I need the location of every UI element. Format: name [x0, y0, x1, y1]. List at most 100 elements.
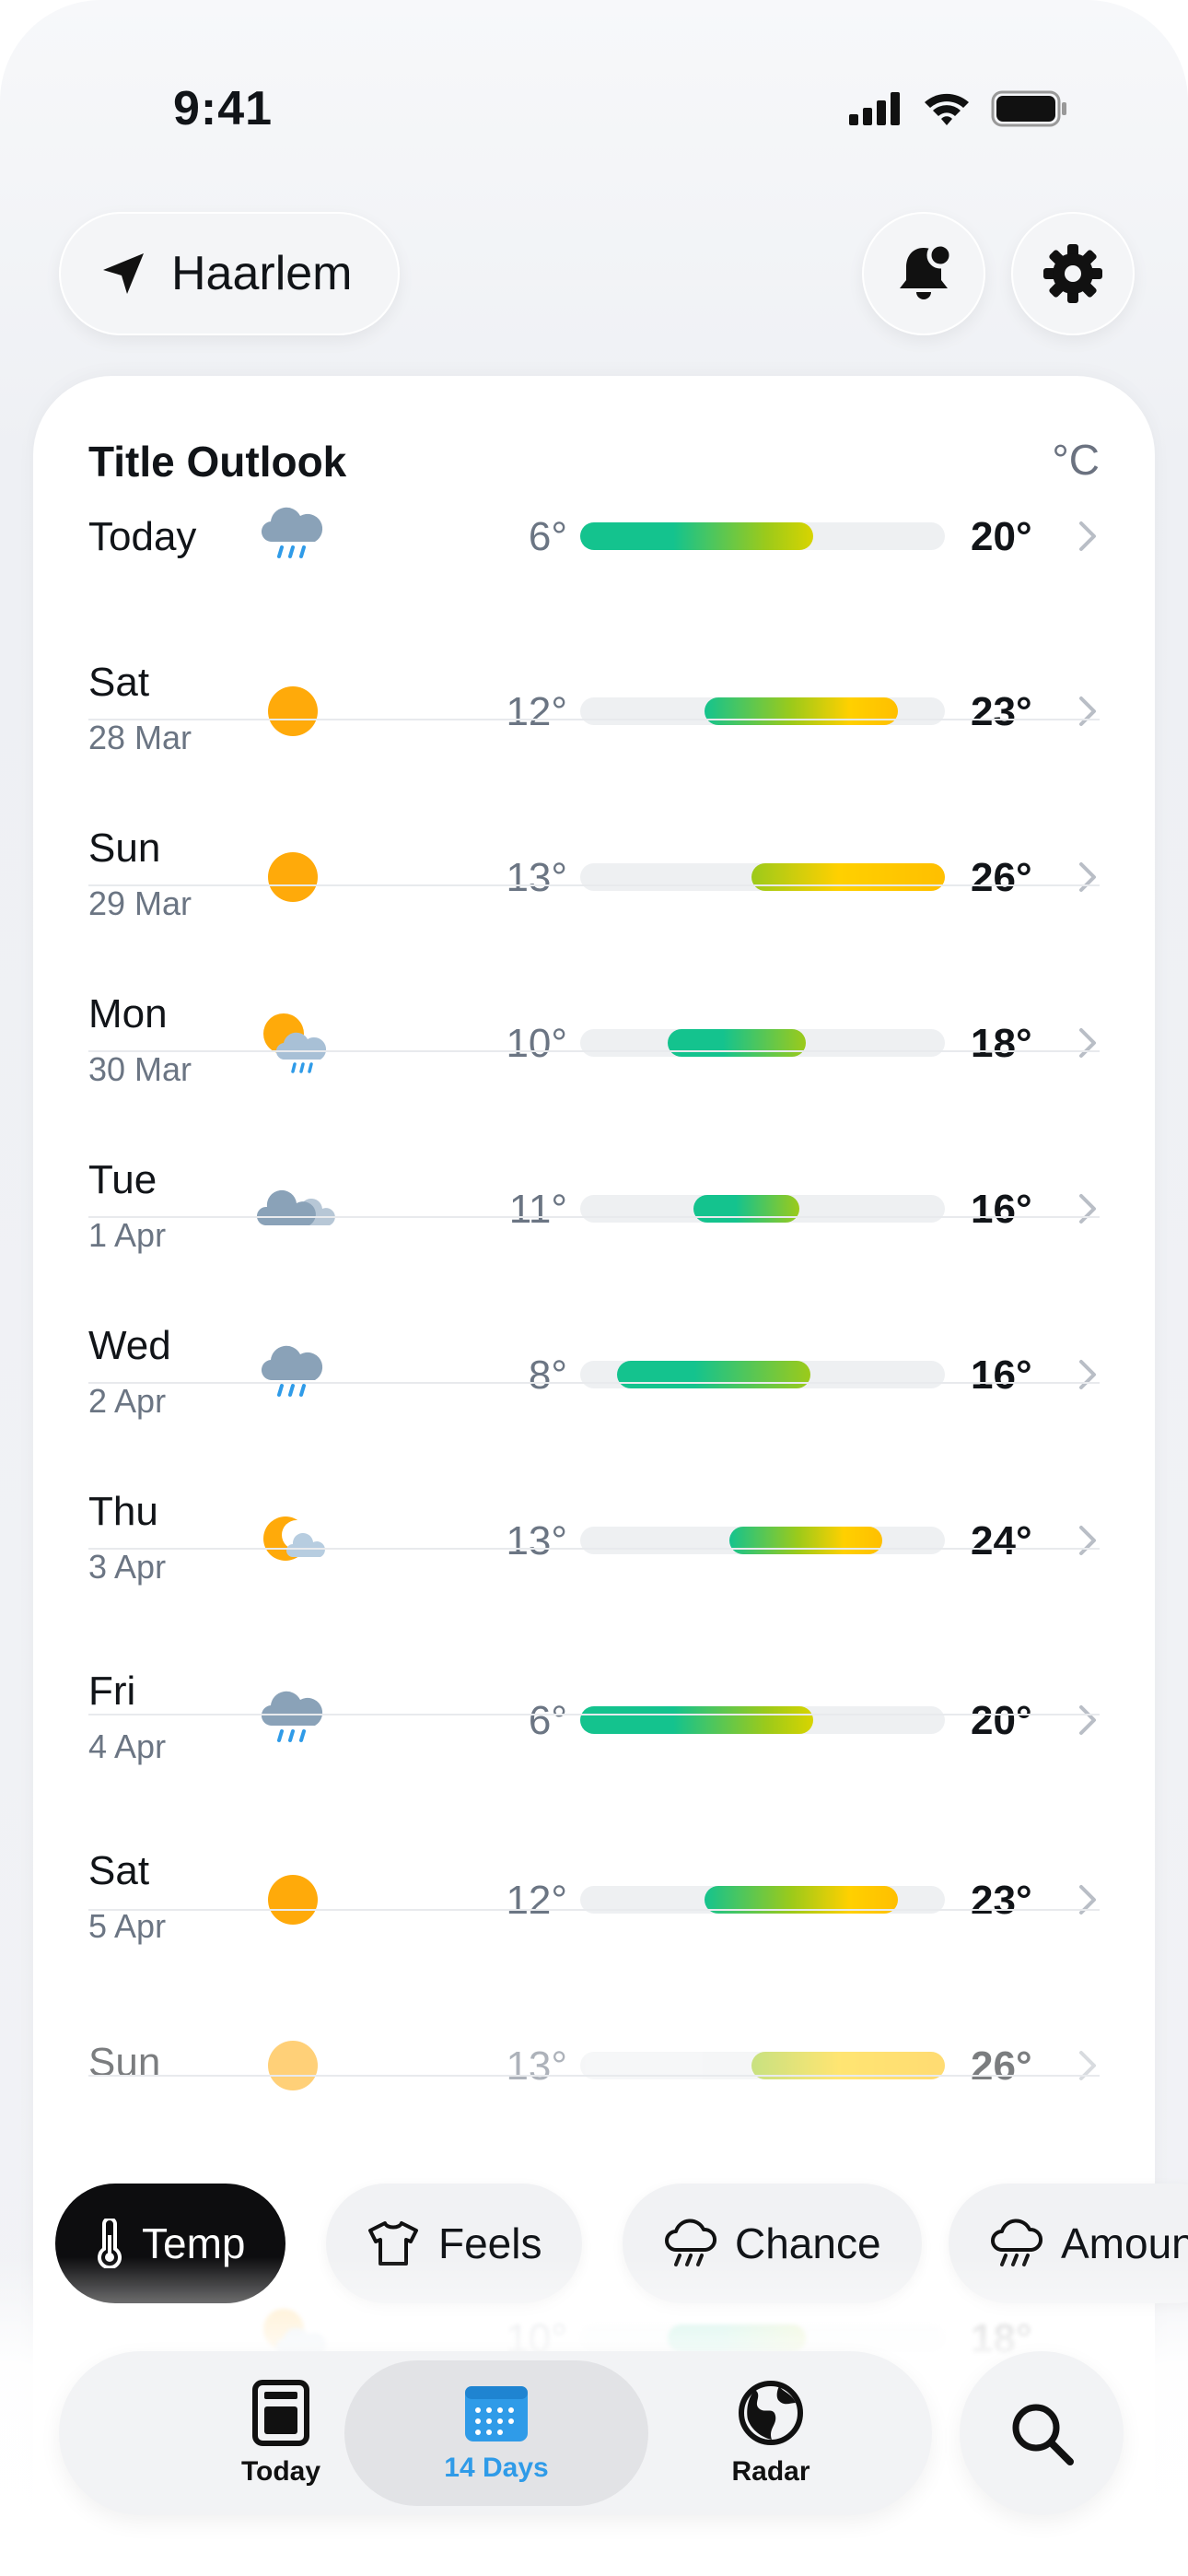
- low-temp: 13°: [506, 1518, 567, 1563]
- navigation-arrow-icon: [103, 253, 144, 294]
- weather-moon-cloud-icon: [256, 1504, 330, 1577]
- weather-rain-icon: [256, 1683, 330, 1757]
- chevron-right-icon: [1076, 518, 1100, 555]
- location-label: Haarlem: [171, 247, 353, 300]
- forecast-row[interactable]: Fri 4 Apr 6° 20°: [88, 1659, 1100, 1816]
- high-temp: 23°: [971, 689, 1032, 734]
- day-label: Thu: [88, 1489, 158, 1534]
- day-label: Sun: [88, 825, 161, 871]
- row-divider: [88, 1909, 1100, 1911]
- high-temp: 20°: [971, 1698, 1032, 1743]
- forecast-row[interactable]: Thu 3 Apr 13° 24°: [88, 1480, 1100, 1636]
- forecast-row[interactable]: Sat 28 Mar 12° 23°: [88, 650, 1100, 807]
- chevron-right-icon: [1076, 2047, 1100, 2084]
- temp-range-bar: [751, 863, 945, 891]
- day-label: Tue: [88, 1157, 157, 1202]
- day-label: Sat: [88, 660, 150, 705]
- high-temp: 24°: [971, 1518, 1032, 1563]
- row-divider: [88, 2075, 1100, 2077]
- chevron-right-icon: [1076, 1356, 1100, 1393]
- chevron-right-icon: [1076, 1025, 1100, 1061]
- tab-bar: Today 14 Days Radar: [59, 2351, 932, 2515]
- high-temp: 26°: [971, 855, 1032, 900]
- weather-sun-icon: [256, 1863, 330, 1937]
- forecast-row[interactable]: Sun 13° 26°: [88, 2005, 1100, 2161]
- day-label: Today: [88, 514, 197, 559]
- weather-sun-icon: [256, 2029, 330, 2102]
- settings-button[interactable]: [1011, 212, 1135, 335]
- forecast-row[interactable]: Sat 5 Apr 12° 23°: [88, 1839, 1100, 1996]
- chevron-right-icon: [1076, 1522, 1100, 1559]
- row-divider: [88, 1382, 1100, 1384]
- forecast-row[interactable]: Today 6° 20°: [88, 479, 1100, 636]
- tab-label: 14 Days: [444, 2453, 549, 2483]
- bell-badge-icon: [900, 241, 954, 299]
- high-temp: 18°: [971, 1021, 1032, 1066]
- low-temp: 12°: [506, 1878, 567, 1923]
- temp-range-bar: [729, 1527, 882, 1554]
- status-time: 9:41: [173, 82, 274, 135]
- high-temp: 26°: [971, 2043, 1032, 2089]
- location-button[interactable]: Haarlem: [59, 212, 400, 335]
- chevron-right-icon: [1076, 1702, 1100, 1739]
- calendar-icon: [465, 2386, 528, 2441]
- chevron-right-icon: [1076, 1190, 1100, 1227]
- temp-range-track: [580, 1195, 945, 1223]
- row-divider: [88, 1548, 1100, 1550]
- search-icon: [1012, 2404, 1074, 2465]
- temp-range-track: [580, 697, 945, 725]
- low-temp: 6°: [528, 514, 567, 559]
- day-label: Sun: [88, 2040, 161, 2085]
- date-label: 30 Mar: [88, 1050, 192, 1088]
- temp-range-track: [580, 1527, 945, 1554]
- day-label: Sat: [88, 1848, 150, 1893]
- high-temp: 16°: [971, 1352, 1032, 1398]
- date-label: 2 Apr: [88, 1382, 167, 1420]
- date-label: 1 Apr: [88, 1216, 167, 1254]
- temp-range-track: [580, 1706, 945, 1734]
- forecast-row[interactable]: Wed 2 Apr 8° 16°: [88, 1314, 1100, 1470]
- temp-range-track: [580, 863, 945, 891]
- status-icons: [849, 90, 1068, 127]
- forecast-row[interactable]: Sun 29 Mar 13° 26°: [88, 816, 1100, 973]
- low-temp: 11°: [508, 1187, 567, 1232]
- unit-toggle[interactable]: °C: [1052, 435, 1100, 485]
- weather-sun-icon: [256, 674, 330, 748]
- high-temp: 23°: [971, 1878, 1032, 1923]
- temp-range-bar: [668, 1029, 806, 1057]
- search-button[interactable]: [960, 2351, 1124, 2515]
- low-temp: 13°: [506, 2043, 567, 2089]
- notifications-button[interactable]: [862, 212, 985, 335]
- date-label: 29 Mar: [88, 884, 192, 922]
- day-label: Wed: [88, 1323, 171, 1368]
- temp-range-bar: [617, 1361, 810, 1388]
- chevron-right-icon: [1076, 1881, 1100, 1918]
- low-temp: 10°: [506, 1021, 567, 1066]
- low-temp: 13°: [506, 855, 567, 900]
- date-label: 4 Apr: [88, 1727, 167, 1765]
- temp-range-track: [580, 1361, 945, 1388]
- signal-icon: [849, 92, 900, 125]
- date-label: 5 Apr: [88, 1907, 167, 1945]
- temp-range-bar: [705, 697, 898, 725]
- tab-14-days[interactable]: 14 Days: [344, 2360, 648, 2506]
- weather-cloudy-icon: [256, 1172, 335, 1246]
- forecast-row[interactable]: Tue 1 Apr 11° 16°: [88, 1148, 1100, 1305]
- high-temp: 20°: [971, 514, 1032, 559]
- weather-rain-icon: [256, 1338, 330, 1411]
- row-divider: [88, 1216, 1100, 1218]
- tab-label: Radar: [731, 2456, 810, 2487]
- low-temp: 12°: [506, 689, 567, 734]
- low-temp: 8°: [528, 1352, 567, 1398]
- tab-radar[interactable]: Radar: [637, 2360, 904, 2506]
- chevron-right-icon: [1076, 859, 1100, 896]
- row-divider: [88, 719, 1100, 720]
- weather-rain-icon: [256, 499, 330, 573]
- temp-range-bar: [580, 522, 813, 550]
- weather-sun-icon: [256, 840, 330, 914]
- date-label: 3 Apr: [88, 1548, 167, 1586]
- temp-range-bar: [580, 1706, 813, 1734]
- row-divider: [88, 884, 1100, 886]
- forecast-row[interactable]: Mon 30 Mar 10° 18°: [88, 982, 1100, 1139]
- document-icon: [252, 2380, 309, 2446]
